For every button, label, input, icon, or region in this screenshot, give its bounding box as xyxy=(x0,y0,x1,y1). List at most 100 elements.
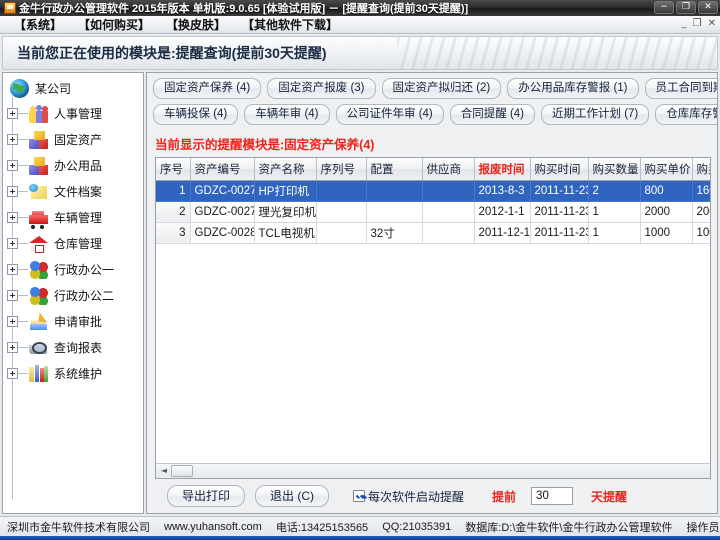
sidebar-item-warehouse[interactable]: 仓库管理 xyxy=(7,230,143,256)
sidebar-item-label: 申请审批 xyxy=(54,314,103,329)
expand-icon[interactable] xyxy=(7,367,18,379)
content-panel: 固定资产保养 (4) 固定资产报废 (3) 固定资产拟归还 (2) 办公用品库存… xyxy=(146,72,718,514)
sidebar-item-approvals[interactable]: 申请审批 xyxy=(7,308,143,334)
tab-warehouse-stock-alert[interactable]: 仓库库存警报 (1) xyxy=(655,104,717,125)
expand-icon[interactable] xyxy=(7,185,18,197)
expand-icon[interactable] xyxy=(7,341,18,353)
expand-icon[interactable] xyxy=(7,211,18,223)
column-header-asset-name[interactable]: 资产名称 xyxy=(254,158,317,181)
menu-item-how-to-buy[interactable]: 【如何购买】 xyxy=(70,17,158,33)
startup-reminder-checkbox-wrap[interactable]: 每次软件启动提醒 xyxy=(353,488,464,505)
status-bar: 深圳市金牛软件技术有限公司 www.yuhansoft.com 电话:13425… xyxy=(0,516,720,536)
sidebar-item-system-maintenance[interactable]: 系统维护 xyxy=(7,360,143,386)
mdi-restore-button[interactable]: ❐ xyxy=(693,18,702,30)
tree-connector xyxy=(18,346,28,348)
column-header-config[interactable]: 配置 xyxy=(366,158,423,181)
cell-purchase-qty: 2 xyxy=(588,180,641,202)
cell-amount: 2000 xyxy=(692,201,710,223)
current-module-notice: 当前显示的提醒模块是:固定资产保养(4) xyxy=(155,138,375,152)
table-row[interactable]: 1 GDZC-00276 HP打印机 2013-8-3 2011-11-23 2… xyxy=(156,180,710,202)
cell-asset-name: TCL电视机 xyxy=(254,222,317,244)
expand-icon[interactable] xyxy=(7,315,18,327)
sidebar-item-label: 车辆管理 xyxy=(54,210,103,225)
sidebar-tree-panel[interactable]: 某公司 人事管理 固定资产 办公用品 文件档案 车辆管理 仓库管理 行政办公一 … xyxy=(2,72,144,514)
column-header-purchase-time[interactable]: 购买时间 xyxy=(530,158,589,181)
mdi-close-button[interactable]: ✕ xyxy=(708,18,716,30)
balls-icon xyxy=(28,260,49,279)
scrollbar-thumb[interactable] xyxy=(171,465,193,477)
scroll-left-arrow-icon[interactable]: ◄ xyxy=(158,465,170,477)
sidebar-item-label: 文件档案 xyxy=(54,184,103,199)
sidebar-item-label: 仓库管理 xyxy=(54,236,103,251)
export-print-button[interactable]: 导出打印 xyxy=(167,485,246,507)
tab-fixed-asset-return[interactable]: 固定资产拟归还 (2) xyxy=(381,78,502,99)
expand-icon[interactable] xyxy=(7,159,18,171)
expand-icon[interactable] xyxy=(7,263,18,275)
tab-vehicle-annual-inspection[interactable]: 车辆年审 (4) xyxy=(244,104,330,125)
tree-connector xyxy=(18,190,28,192)
tab-recent-work-plan[interactable]: 近期工作计划 (7) xyxy=(541,104,650,125)
expand-icon[interactable] xyxy=(7,133,18,145)
sidebar-item-admin-office-1[interactable]: 行政办公一 xyxy=(7,256,143,282)
advance-days-input[interactable] xyxy=(531,487,574,505)
reminder-tab-row-2: 车辆投保 (4) 车辆年审 (4) 公司证件年审 (4) 合同提醒 (4) 近期… xyxy=(153,104,717,125)
sidebar-item-reports[interactable]: 查询报表 xyxy=(7,334,143,360)
column-header-asset-code[interactable]: 资产编号 xyxy=(190,158,255,181)
table-row[interactable]: 2 GDZC-00277 理光复印机 2012-1-1 2011-11-23 1… xyxy=(156,201,710,223)
sidebar-item-root[interactable]: 某公司 xyxy=(7,76,143,100)
menu-item-change-skin[interactable]: 【换皮肤】 xyxy=(158,17,234,33)
column-header-supplier[interactable]: 供应商 xyxy=(422,158,475,181)
sidebar-item-admin-office-2[interactable]: 行政办公二 xyxy=(7,282,143,308)
sidebar-item-hr[interactable]: 人事管理 xyxy=(7,100,143,126)
sidebar-tree: 某公司 人事管理 固定资产 办公用品 文件档案 车辆管理 仓库管理 行政办公一 … xyxy=(3,73,143,499)
tab-office-supply-stock-alert[interactable]: 办公用品库存警报 (1) xyxy=(507,78,639,99)
globe-icon xyxy=(9,78,30,98)
menu-item-system[interactable]: 【系统】 xyxy=(6,17,70,33)
restore-button[interactable]: ❐ xyxy=(676,1,696,14)
sidebar-item-vehicles[interactable]: 车辆管理 xyxy=(7,204,143,230)
sidebar-item-office-supplies[interactable]: 办公用品 xyxy=(7,152,143,178)
cell-asset-code: GDZC-00288 xyxy=(190,222,255,244)
magnify-icon xyxy=(28,338,49,357)
column-header-serial-no[interactable]: 序列号 xyxy=(316,158,367,181)
tab-vehicle-insurance[interactable]: 车辆投保 (4) xyxy=(153,104,239,125)
cell-config: 32寸 xyxy=(366,222,423,244)
startup-reminder-checkbox[interactable] xyxy=(353,490,366,502)
cell-seq: 1 xyxy=(156,180,191,202)
column-header-purchase-qty[interactable]: 购买数量 xyxy=(588,158,641,181)
tab-fixed-asset-scrap[interactable]: 固定资产报废 (3) xyxy=(267,78,376,99)
grid-scroll-area: 序号 资产编号 资产名称 序列号 配置 供应商 报废时间 购买时间 购买数量 购… xyxy=(156,158,710,463)
minimize-button[interactable]: − xyxy=(654,1,674,14)
column-header-seq[interactable]: 序号 xyxy=(156,158,191,181)
expand-icon[interactable] xyxy=(7,107,18,119)
cell-amount: 1600 xyxy=(692,180,710,202)
tab-company-certificate-inspection[interactable]: 公司证件年审 (4) xyxy=(335,104,444,125)
people-icon xyxy=(28,104,49,123)
cell-unit-price: 800 xyxy=(640,180,693,202)
mdi-minimize-button[interactable]: _ xyxy=(682,18,687,30)
sidebar-item-documents[interactable]: 文件档案 xyxy=(7,178,143,204)
expand-icon[interactable] xyxy=(7,289,18,301)
column-header-unit-price[interactable]: 购买单价 xyxy=(640,158,693,181)
body-split: 某公司 人事管理 固定资产 办公用品 文件档案 车辆管理 仓库管理 行政办公一 … xyxy=(0,70,720,516)
grid-horizontal-scrollbar[interactable]: ◄ xyxy=(156,463,710,478)
expand-icon[interactable] xyxy=(7,237,18,249)
tab-employee-contract-expiry[interactable]: 员工合同到期 (3) xyxy=(644,78,717,99)
balls-icon xyxy=(28,286,49,305)
cell-serial-no xyxy=(316,201,367,223)
close-button[interactable]: ✕ xyxy=(698,1,718,14)
tab-contract-reminder[interactable]: 合同提醒 (4) xyxy=(449,104,535,125)
reminder-data-grid[interactable]: 序号 资产编号 资产名称 序列号 配置 供应商 报废时间 购买时间 购买数量 购… xyxy=(155,157,711,479)
cell-serial-no xyxy=(316,222,367,244)
table-row[interactable]: 3 GDZC-00288 TCL电视机 32寸 2011-12-1 2011-1… xyxy=(156,222,710,244)
menu-item-other-downloads[interactable]: 【其他软件下载】 xyxy=(234,17,346,33)
exit-button[interactable]: 退出 (C) xyxy=(255,485,330,507)
cell-amount: 1000 xyxy=(692,222,710,244)
column-header-amount[interactable]: 购买金额 xyxy=(692,158,710,181)
column-header-scrap-time[interactable]: 报废时间 xyxy=(474,158,531,181)
status-website: www.yuhansoft.com xyxy=(164,520,262,533)
tab-fixed-asset-maintenance[interactable]: 固定资产保养 (4) xyxy=(153,78,262,99)
module-banner-text: 当前您正在使用的模块是:提醒查询(提前30天提醒) xyxy=(17,45,327,61)
sidebar-item-fixed-assets[interactable]: 固定资产 xyxy=(7,126,143,152)
cell-seq: 3 xyxy=(156,222,191,244)
